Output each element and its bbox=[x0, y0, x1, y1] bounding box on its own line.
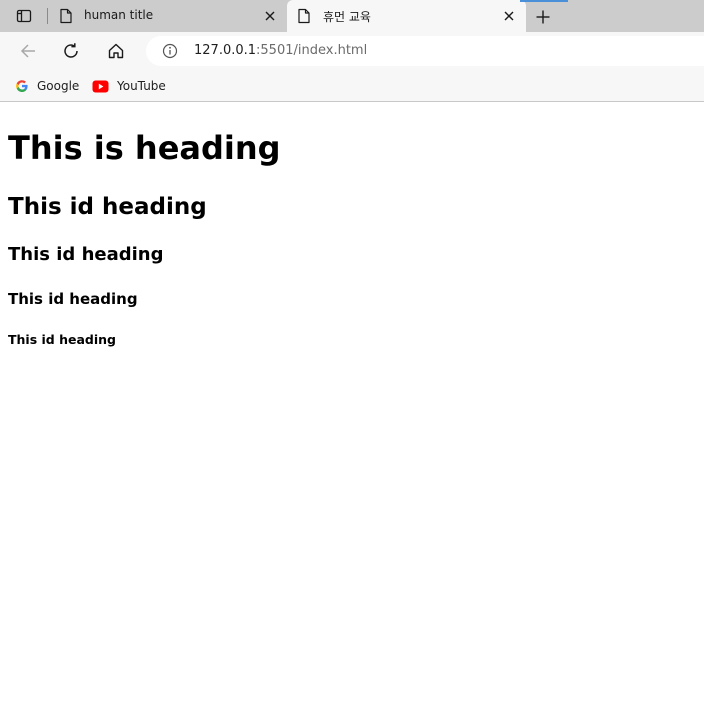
new-tab-accent bbox=[520, 0, 568, 2]
bookmark-label: YouTube bbox=[117, 79, 166, 93]
new-tab-button[interactable] bbox=[532, 6, 554, 28]
heading-2: This id heading bbox=[8, 194, 207, 220]
address-bar[interactable]: 127.0.0.1:5501/index.html bbox=[146, 36, 704, 66]
tab-actions-button[interactable] bbox=[8, 4, 40, 28]
refresh-button[interactable] bbox=[58, 38, 84, 64]
browser-toolbar: 127.0.0.1:5501/index.html bbox=[0, 32, 704, 70]
tab-title: 휴먼 교육 bbox=[323, 10, 371, 24]
tab-human-title[interactable]: human title bbox=[50, 0, 286, 32]
url-text: 127.0.0.1:5501/index.html bbox=[194, 43, 367, 58]
tab-human-education[interactable]: 휴먼 교육 bbox=[287, 0, 526, 32]
close-icon bbox=[504, 11, 514, 21]
page-icon bbox=[298, 8, 310, 24]
heading-4: This id heading bbox=[8, 290, 138, 308]
heading-1: This is heading bbox=[8, 129, 281, 167]
youtube-icon bbox=[92, 80, 109, 92]
close-icon bbox=[265, 11, 275, 21]
tab-actions-icon bbox=[16, 9, 32, 23]
bookmark-label: Google bbox=[37, 79, 80, 93]
tab-title: human title bbox=[84, 8, 154, 22]
home-button[interactable] bbox=[103, 38, 129, 64]
page-icon bbox=[60, 8, 72, 24]
back-arrow-icon bbox=[20, 44, 35, 58]
url-path: :5501/index.html bbox=[256, 43, 368, 58]
bookmark-youtube[interactable]: YouTube bbox=[92, 76, 166, 96]
bookmarks-bar: Google YouTube bbox=[0, 70, 704, 102]
close-tab-button[interactable] bbox=[501, 8, 517, 24]
heading-5: This id heading bbox=[8, 332, 116, 347]
info-icon[interactable] bbox=[162, 43, 178, 59]
tab-divider bbox=[47, 8, 48, 24]
home-icon bbox=[108, 43, 124, 59]
close-tab-button[interactable] bbox=[262, 8, 278, 24]
bookmark-google[interactable]: Google bbox=[15, 76, 79, 96]
page-content: This is heading This id heading This id … bbox=[0, 103, 704, 719]
heading-3: This id heading bbox=[8, 244, 164, 265]
back-button[interactable] bbox=[15, 38, 41, 64]
url-host: 127.0.0.1 bbox=[194, 43, 257, 58]
refresh-icon bbox=[64, 43, 78, 58]
google-icon bbox=[16, 80, 28, 92]
plus-icon bbox=[536, 10, 550, 24]
tab-strip: human title 휴먼 교육 bbox=[0, 0, 704, 32]
